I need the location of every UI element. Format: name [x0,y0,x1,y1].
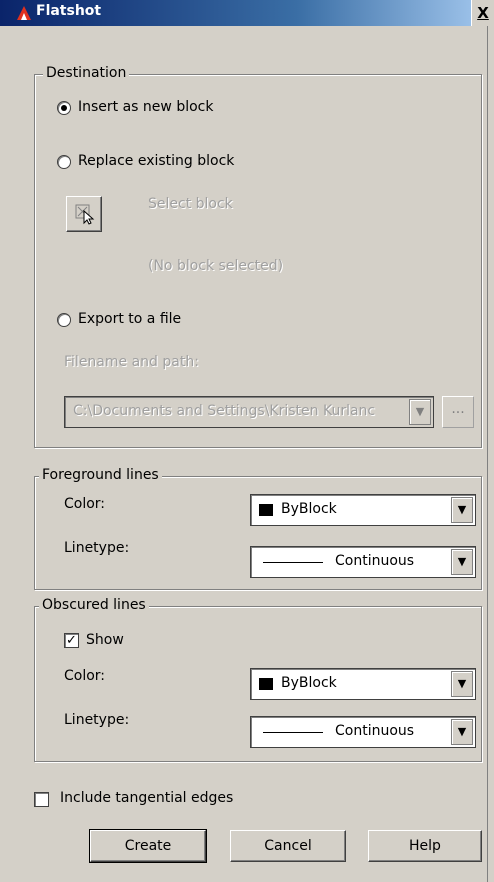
foreground-legend: Foreground lines [39,467,162,483]
close-button[interactable]: X [471,0,494,26]
browse-button[interactable]: ... [442,396,474,428]
obscured-linetype-label: Linetype: [64,712,130,728]
foreground-linetype-label: Linetype: [64,540,130,556]
radio-selected-dot [61,105,67,111]
linetype-sample [263,732,323,733]
window-edge [487,26,494,882]
obscured-linetype-dropdown-arrow[interactable]: ▼ [451,719,473,745]
export-to-file-radio[interactable] [57,313,71,327]
include-tangential-edges-checkbox[interactable] [34,792,49,807]
export-to-file-label[interactable]: Export to a file [78,311,181,327]
insert-new-block-label[interactable]: Insert as new block [78,99,213,115]
obscured-color-label: Color: [64,668,106,684]
show-obscured-label[interactable]: Show [86,632,124,648]
foreground-linetype-value: Continuous [335,553,415,569]
select-block-icon [75,204,95,225]
include-tangential-edges-label[interactable]: Include tangential edges [60,790,233,806]
filename-dropdown-arrow[interactable]: ▼ [409,399,431,425]
linetype-sample [263,562,323,563]
obscured-color-dropdown-arrow[interactable]: ▼ [451,671,473,697]
destination-legend: Destination [43,65,130,81]
replace-existing-block-radio[interactable] [57,155,71,169]
obscured-linetype-value: Continuous [335,723,415,739]
foreground-color-combo[interactable]: ByBlock ▼ [250,494,476,526]
replace-existing-block-label[interactable]: Replace existing block [78,153,234,169]
foreground-color-value: ByBlock [281,501,337,517]
foreground-color-dropdown-arrow[interactable]: ▼ [451,497,473,523]
help-button[interactable]: Help [368,830,482,862]
filename-path-combo[interactable]: C:\Documents and Settings\Kristen Kurlan… [64,396,434,428]
title-bar[interactable]: Flatshot X [0,0,494,26]
create-button[interactable]: Create [89,829,207,863]
foreground-linetype-combo[interactable]: Continuous ▼ [250,546,476,578]
cancel-button[interactable]: Cancel [230,830,346,862]
window-title: Flatshot [36,3,102,19]
color-swatch [259,504,273,516]
insert-new-block-radio[interactable] [57,101,71,115]
foreground-color-label: Color: [64,496,106,512]
obscured-legend: Obscured lines [39,597,149,613]
foreground-linetype-dropdown-arrow[interactable]: ▼ [451,549,473,575]
no-block-selected-label: (No block selected) [148,258,284,274]
obscured-color-value: ByBlock [281,675,337,691]
color-swatch [259,678,273,690]
select-block-label: Select block [148,196,233,212]
close-icon: X [477,4,489,22]
autocad-app-icon [17,6,31,20]
filename-path-label: Filename and path: [64,354,199,370]
show-obscured-checkbox[interactable]: ✓ [64,633,79,648]
obscured-color-combo[interactable]: ByBlock ▼ [250,668,476,700]
obscured-linetype-combo[interactable]: Continuous ▼ [250,716,476,748]
filename-path-value: C:\Documents and Settings\Kristen Kurlan… [73,403,376,419]
select-block-button[interactable] [66,196,102,232]
